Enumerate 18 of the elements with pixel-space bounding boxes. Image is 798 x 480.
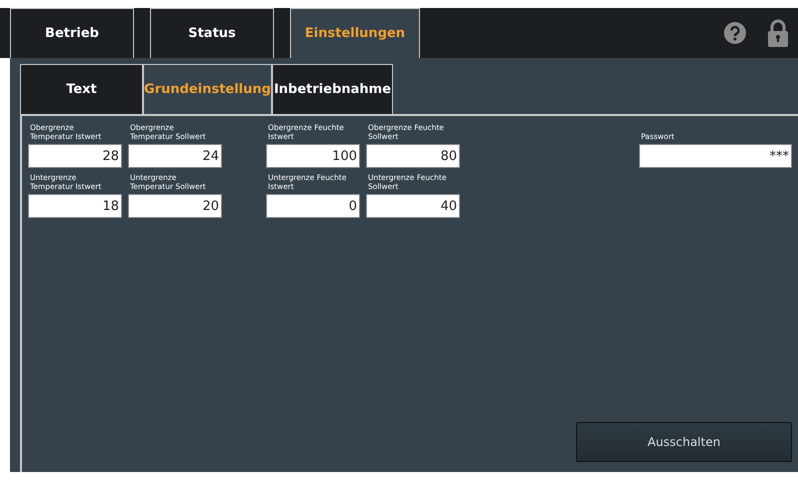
lock-icon[interactable] bbox=[768, 19, 788, 47]
number-field[interactable]: 20 bbox=[128, 194, 222, 218]
sub-tab[interactable]: Grundeinstellung bbox=[143, 64, 272, 114]
number-field[interactable]: 40 bbox=[366, 194, 460, 218]
off-button[interactable]: Ausschalten bbox=[576, 422, 792, 462]
password-field[interactable]: *** bbox=[639, 144, 792, 168]
number-field[interactable]: 0 bbox=[266, 194, 360, 218]
number-field[interactable]: 80 bbox=[366, 144, 460, 168]
number-field[interactable]: 24 bbox=[128, 144, 222, 168]
number-field[interactable]: 18 bbox=[28, 194, 122, 218]
sub-tab[interactable]: Text bbox=[20, 64, 143, 114]
number-field[interactable]: 100 bbox=[266, 144, 360, 168]
main-tab[interactable]: Status bbox=[150, 8, 274, 58]
main-tab[interactable]: Einstellungen bbox=[290, 8, 420, 58]
main-tab[interactable]: Betrieb bbox=[10, 8, 134, 58]
number-field[interactable]: 28 bbox=[28, 144, 122, 168]
help-icon[interactable] bbox=[724, 22, 746, 44]
sub-tab[interactable]: Inbetriebnahme bbox=[272, 64, 393, 114]
